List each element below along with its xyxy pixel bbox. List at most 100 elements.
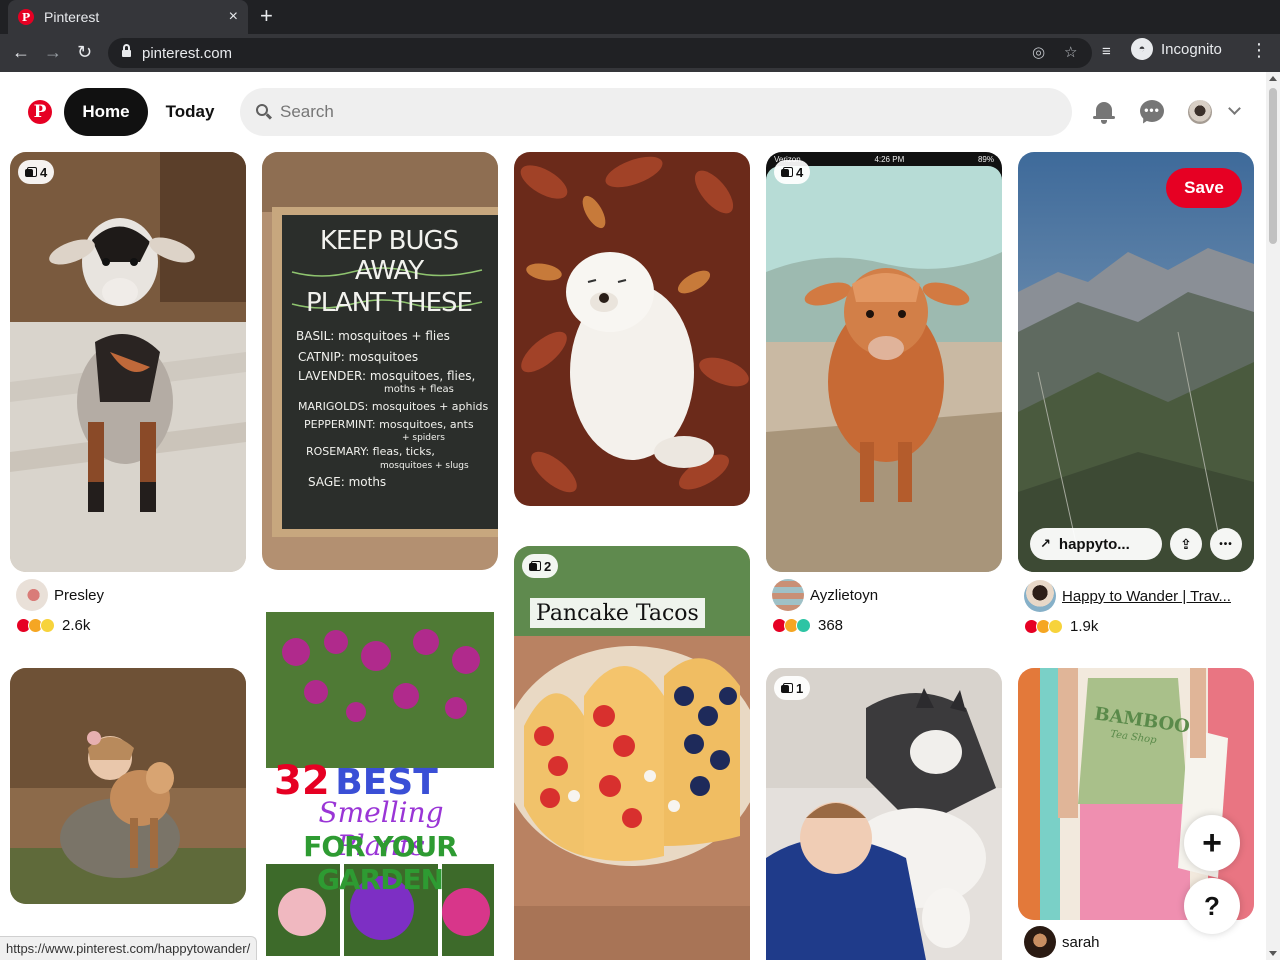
browser-toolbar: ← → ↻ pinterest.com ◎ ☆ ≡ ◓ Incognito ⋮ [0,34,1280,72]
creator-avatar[interactable] [1024,580,1056,612]
chalk-line: BASIL: mosquitoes + flies [296,329,450,343]
pin-flowers[interactable]: 32 BEST Smelling Plants FOR YOUR GARDEN [266,612,494,956]
creator-row[interactable]: Presley [10,579,246,611]
pin-mountain-caption: Happy to Wander | Trav... 1.9k [1018,580,1254,635]
scroll-up-arrow-icon[interactable] [1269,76,1277,81]
tacos-title: Pancake Tacos [530,598,705,628]
chalk-line: ROSEMARY: fleas, ticks, [306,445,435,458]
board-count-badge: 2 [522,554,559,578]
new-tab-button[interactable]: + [260,5,273,27]
nav-home[interactable]: Home [64,88,148,136]
incognito-indicator[interactable]: ◓ Incognito [1131,38,1222,60]
close-tab-icon[interactable]: × [229,8,238,26]
haha-reaction-icon [1048,618,1063,634]
reaction-count: 1.9k [1070,617,1099,635]
husky-image [766,668,1002,960]
pin-goat[interactable]: 4 [10,152,246,572]
creator-avatar[interactable] [1024,926,1056,958]
chalkboard-text: KEEP BUGS AWAY PLANT THESE BASIL: mosqui… [284,226,494,493]
share-upload-icon[interactable]: ⇪ [1170,528,1202,560]
board-count-badge: 1 [774,676,811,700]
mountain-image [1018,152,1254,572]
reload-button[interactable]: ↻ [77,42,92,62]
creator-name[interactable]: Ayzlietoyn [810,587,878,604]
source-link-label: happyto... [1058,535,1130,553]
chevron-down-icon[interactable] [1228,102,1241,115]
save-button[interactable]: Save [1166,168,1242,208]
chalk-title: KEEP BUGS AWAY [319,226,459,286]
creator-row[interactable]: Happy to Wander | Trav... [1018,580,1254,612]
stack-icon [25,167,37,177]
nav-today[interactable]: Today [152,88,228,136]
page-scrollbar[interactable] [1266,72,1280,960]
chalk-line: MARIGOLDS: mosquitoes + aphids [298,400,489,413]
creator-name[interactable]: Presley [54,587,104,604]
reaction-count: 2.6k [62,616,91,634]
chalk-line: CATNIP: mosquitoes [298,350,419,364]
haha-reaction-icon [40,617,55,633]
chalk-line: mosquitoes + slugs [380,461,469,471]
creator-name[interactable]: Happy to Wander | Trav... [1062,588,1231,605]
phone-battery: 89% [977,154,994,164]
chalk-line: + spiders [402,433,445,443]
creator-row[interactable]: Ayzlietoyn [766,579,1002,611]
search-input[interactable] [280,88,1060,136]
badge-count: 2 [544,558,552,574]
tab-title: Pinterest [44,9,100,25]
stack-icon [529,561,541,571]
stack-icon [781,167,793,177]
more-options-icon[interactable]: ••• [1210,528,1242,560]
profile-avatar[interactable] [1188,100,1212,124]
pin-calf[interactable]: Verizon 4:26 PM 89% 4 [766,152,1002,572]
notifications-bell-icon[interactable] [1092,100,1118,126]
pin-puppy[interactable] [514,152,750,506]
forward-button[interactable]: → [44,42,62,62]
creator-name[interactable]: sarah [1062,934,1100,951]
help-button[interactable]: ? [1184,878,1240,934]
pin-husky[interactable]: 1 [766,668,1002,960]
messages-chat-icon[interactable]: ••• [1139,100,1166,126]
chalk-line: LAVENDER: mosquitoes, flies, [298,369,476,383]
chalk-line: SAGE: moths [308,475,387,489]
address-bar[interactable]: pinterest.com ◎ ☆ [108,38,1092,68]
creator-avatar[interactable] [16,579,48,611]
link-status-bar: https://www.pinterest.com/happytowander/ [0,936,258,960]
incognito-label: Incognito [1161,40,1222,58]
pin-calf-caption: Ayzlietoyn 368 [766,579,1002,634]
headline-sub: FOR YOUR GARDEN [303,830,458,896]
scroll-down-arrow-icon[interactable] [1269,951,1277,956]
pin-girl-goat[interactable] [10,668,246,904]
source-link-chip[interactable]: ↗ happyto... [1030,528,1162,560]
scrollbar-thumb[interactable] [1269,88,1277,244]
browser-menu-icon[interactable]: ⋮ [1250,40,1268,61]
external-link-arrow-icon: ↗ [1040,536,1051,551]
creator-avatar[interactable] [772,579,804,611]
reactions-row: 1.9k [1024,617,1254,635]
pinterest-header: P Home Today ••• [0,72,1266,152]
eye-slash-icon[interactable]: ◎ [1032,43,1045,61]
bookmark-star-icon[interactable]: ☆ [1064,43,1077,61]
chalk-line: PEPPERMINT: mosquitoes, ants [304,418,474,431]
incognito-icon: ◓ [1131,38,1153,60]
pinterest-logo-icon[interactable]: P [28,100,52,124]
media-queue-icon[interactable]: ≡ [1102,43,1111,60]
badge-count: 4 [40,164,48,180]
back-button[interactable]: ← [12,42,30,62]
phone-time: 4:26 PM [874,154,905,164]
stack-icon [781,683,793,693]
pin-chalkboard[interactable]: KEEP BUGS AWAY PLANT THESE BASIL: mosqui… [262,152,498,570]
girl-goat-image [10,668,246,904]
browser-tab[interactable]: P Pinterest × [8,0,248,34]
puppy-image [514,152,750,506]
board-count-badge: 4 [774,160,811,184]
pin-tacos[interactable]: Pancake Tacos 2 [514,546,750,960]
url-text[interactable]: pinterest.com [142,45,232,62]
board-count-badge: 4 [18,160,55,184]
add-pin-button[interactable]: + [1184,815,1240,871]
chalk-title-2: PLANT THESE [306,288,473,318]
star-reaction-icon [796,617,811,633]
pin-mountain[interactable]: Save ↗ happyto... ⇪ ••• [1018,152,1254,572]
goat-image [10,152,246,572]
badge-count: 4 [796,164,804,180]
search-bar[interactable] [240,88,1072,136]
